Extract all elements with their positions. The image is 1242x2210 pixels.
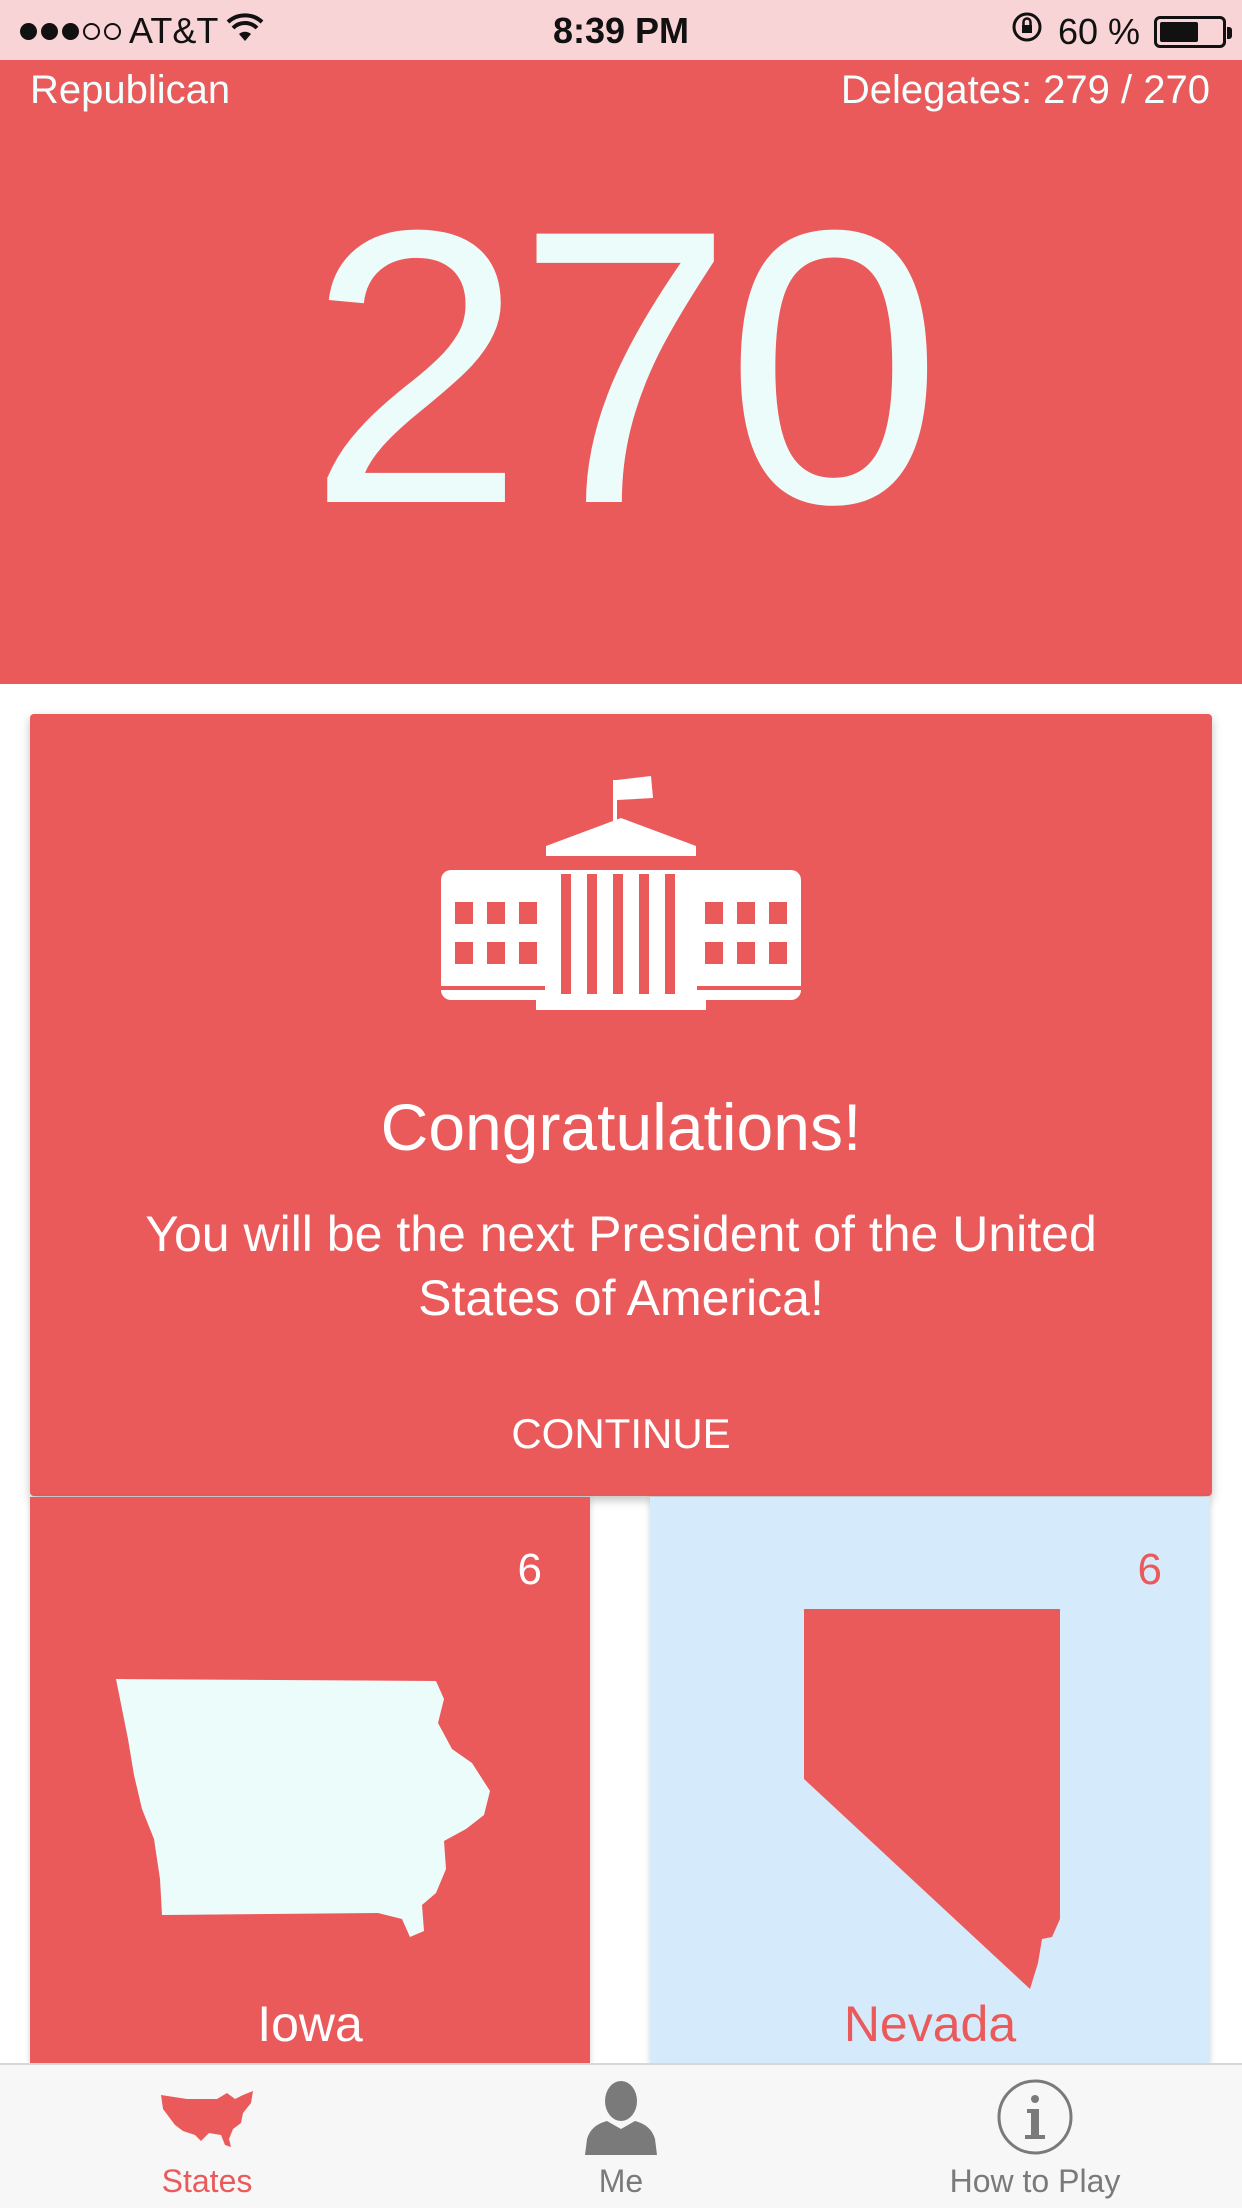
continue-button[interactable]: CONTINUE [30,1394,1212,1474]
battery-icon [1154,15,1232,48]
target-number: 270 [307,149,943,585]
tab-how-to-play[interactable]: How to Play [828,2065,1242,2210]
party-label: Republican [30,68,231,112]
dialog-title: Congratulations! [380,1090,862,1164]
nevada-map-icon [804,1609,1064,1994]
tab-states[interactable]: States [0,2065,414,2210]
state-name: Iowa [257,1996,363,2052]
rotation-lock-icon [1010,10,1044,53]
status-right: 60 % [1010,10,1232,53]
tab-label: States [161,2163,253,2199]
status-bar: AT&T 8:39 PM 60 % [0,0,1242,60]
white-house-icon [441,776,801,1012]
tab-bar: States Me How to Play [0,2063,1242,2208]
score-header: Republican Delegates: 279 / 270 270 [0,60,1242,684]
person-icon [581,2079,661,2160]
battery-percent: 60 % [1057,10,1140,52]
tab-label: How to Play [949,2163,1121,2199]
state-delegate-count: 6 [517,1545,542,1594]
dialog-message: You will be the next President of the Un… [145,1206,1097,1326]
iowa-map-icon [116,1679,506,1944]
state-card-nevada[interactable]: 6 Nevada [650,1497,1210,2063]
congratulations-dialog: Congratulations! You will be the next Pr… [30,714,1212,1496]
tab-me[interactable]: Me [414,2065,828,2210]
us-map-icon [157,2087,257,2152]
state-delegate-count: 6 [1137,1545,1162,1594]
state-name: Nevada [843,1996,1017,2052]
delegates-count: Delegates: 279 / 270 [840,68,1210,112]
state-card-iowa[interactable]: 6 Iowa [30,1497,590,2063]
info-icon [995,2077,1075,2162]
tab-label: Me [598,2163,644,2199]
